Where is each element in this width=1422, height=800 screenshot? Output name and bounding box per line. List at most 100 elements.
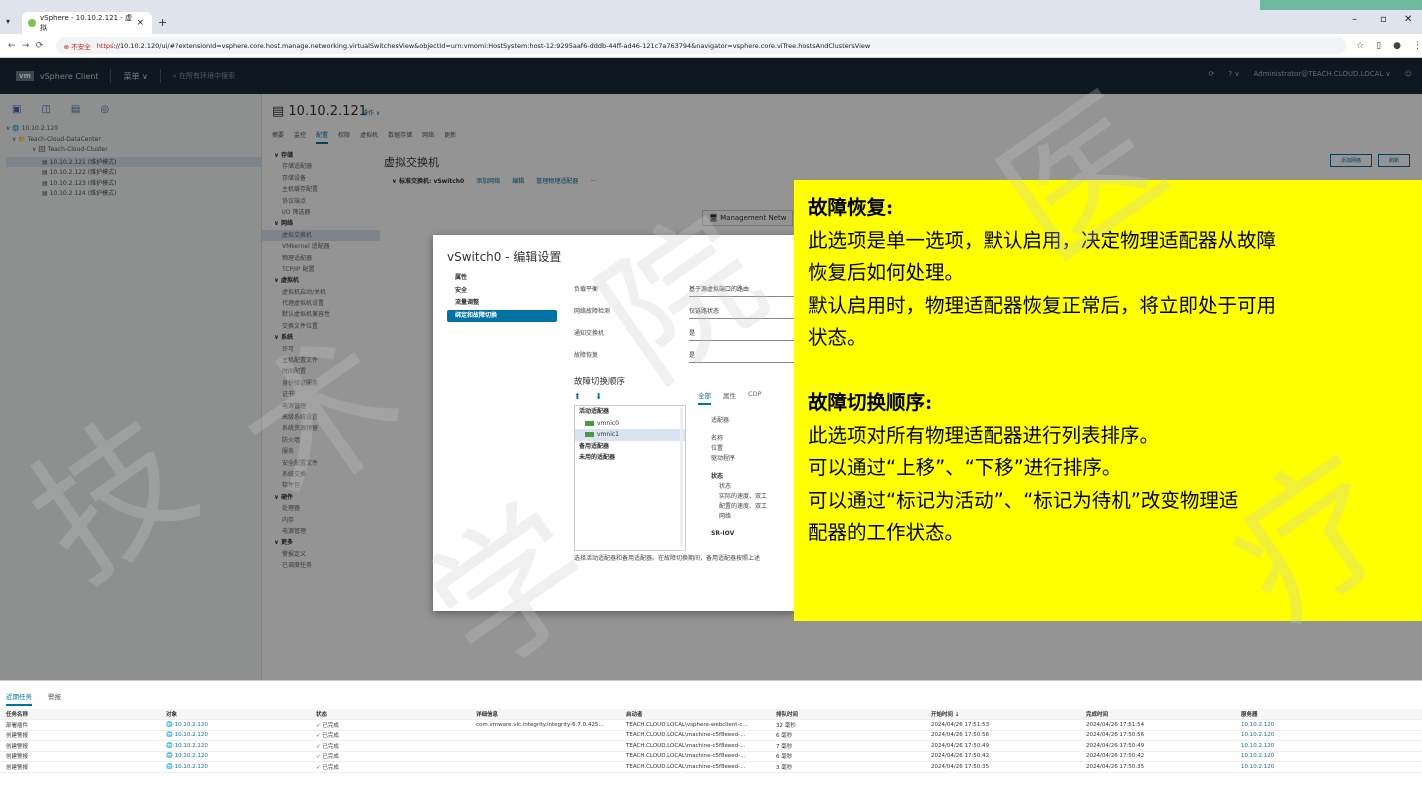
forward-icon[interactable]: →: [22, 41, 36, 51]
table-cell: 创建警报: [0, 740, 160, 752]
task-panel-tab[interactable]: 近期任务: [6, 691, 32, 706]
browser-tab[interactable]: vSphere - 10.10.2.121 - 虚拟 ×: [22, 12, 152, 34]
column-header[interactable]: 对象: [160, 709, 310, 720]
failover-list-item[interactable]: 备用适配器: [575, 441, 685, 453]
status-text: 已完成: [322, 722, 339, 729]
table-row[interactable]: 创建警报 🌐 10.10.2.120 ✓ 已完成 TEACH.CLOUD.LOCAL\…: [0, 730, 1422, 741]
field-select[interactable]: 仅链路状态: [689, 306, 795, 319]
table-cell[interactable]: 🌐 10.10.2.120: [160, 761, 310, 773]
table-cell: ✓ 已完成: [310, 740, 470, 752]
detail-driver: 驱动程序: [711, 455, 736, 462]
table-row[interactable]: 创建警报 🌐 10.10.2.120 ✓ 已完成 TEACH.CLOUD.LOCAL\…: [0, 751, 1422, 762]
task-panel-tab[interactable]: 警报: [48, 691, 61, 706]
field-label: 网络故障检测: [574, 308, 611, 315]
column-header[interactable]: 状态: [310, 709, 470, 720]
failover-list-item[interactable]: vmnic1: [575, 429, 685, 441]
detail-name: 名称: [711, 435, 724, 442]
dialog-nav-item[interactable]: 属性: [447, 272, 557, 285]
table-row[interactable]: 部署插件 🌐 10.10.2.120 ✓ 已完成 com.vmware.vlc.int…: [0, 719, 1422, 731]
table-cell: ✓ 已完成: [310, 751, 470, 762]
reload-icon[interactable]: ⟳: [36, 41, 50, 51]
dialog-nav-item[interactable]: 流量调整: [447, 297, 557, 310]
bookmark-star-icon[interactable]: ☆: [1356, 41, 1364, 51]
new-tab-icon[interactable]: +: [158, 16, 167, 29]
table-cell[interactable]: 🌐 10.10.2.120: [160, 740, 310, 752]
table-cell[interactable]: 🌐 10.10.2.120: [160, 751, 310, 762]
table-row[interactable]: 创建警报 🌐 10.10.2.120 ✓ 已完成 TEACH.CLOUD.LOCAL\…: [0, 761, 1422, 773]
profile-avatar-icon[interactable]: ●: [1393, 41, 1401, 51]
table-cell: 7 毫秒: [770, 740, 925, 752]
field-select[interactable]: 是: [689, 350, 795, 363]
table-cell: 6 毫秒: [770, 751, 925, 762]
table-cell[interactable]: 10.10.2.120: [1235, 751, 1422, 762]
move-up-down-icon[interactable]: ⬆ ⬇: [574, 392, 608, 401]
table-cell: 32 毫秒: [770, 719, 925, 731]
table-cell: 2024/04/26 17:50:56: [925, 730, 1080, 741]
table-cell[interactable]: 10.10.2.120: [1235, 719, 1422, 731]
sidepanel-icon[interactable]: ▯: [1376, 41, 1381, 51]
nic-icon: [585, 420, 594, 426]
failover-adapter-list: 活动适配器 vmnic0 vmnic1 备用适配器 未用的适配器: [574, 405, 686, 551]
nic-icon: [585, 432, 594, 437]
note-line: 可以通过“上移”、“下移”进行排序。: [808, 456, 1122, 479]
table-cell: 创建警报: [0, 730, 160, 741]
detail-tab[interactable]: CDP: [748, 390, 761, 405]
list-scrollbar[interactable]: [680, 408, 683, 546]
table-row[interactable]: 创建警报 🌐 10.10.2.120 ✓ 已完成 TEACH.CLOUD.LOCAL\…: [0, 740, 1422, 752]
url-field[interactable]: ⊗ 不安全 https://10.10.2.120/ui/#?extension…: [55, 37, 1347, 54]
table-cell: 2024/04/26 17:50:56: [1080, 730, 1235, 741]
column-header[interactable]: 完成时间: [1080, 709, 1235, 720]
field-label: 通知交换机: [574, 330, 605, 337]
table-cell: 创建警报: [0, 761, 160, 773]
tab-search-icon[interactable]: ▾: [6, 17, 10, 26]
dialog-nav-item[interactable]: 绑定和故障切换: [447, 309, 557, 322]
back-icon[interactable]: ←: [8, 41, 22, 51]
table-cell: [470, 730, 620, 741]
status-text: 已完成: [322, 743, 339, 750]
detail-tabs: 全部 属性 CDP: [698, 390, 761, 405]
close-tab-icon[interactable]: ×: [136, 18, 144, 28]
table-cell: 2024/04/26 17:50:35: [925, 761, 1080, 773]
table-cell: [470, 740, 620, 752]
detail-tab[interactable]: 全部: [698, 390, 711, 405]
table-cell: 3 毫秒: [770, 761, 925, 773]
table-cell: 6 毫秒: [770, 730, 925, 741]
table-cell[interactable]: 10.10.2.120: [1235, 730, 1422, 741]
table-cell: [470, 761, 620, 773]
not-secure-badge[interactable]: ⊗ 不安全: [64, 41, 91, 51]
field-select[interactable]: 是: [689, 328, 795, 341]
note-heading-failback: 故障恢复:: [808, 196, 894, 219]
table-cell[interactable]: 🌐 10.10.2.120: [160, 730, 310, 741]
detail-status: 状态: [719, 483, 732, 490]
browser-tab-strip: ▾ vSphere - 10.10.2.121 - 虚拟 × + – ▫ ✕: [0, 0, 1422, 34]
window-close-icon[interactable]: ✕: [1404, 14, 1412, 25]
failover-list-item[interactable]: 活动适配器: [575, 406, 685, 418]
table-cell[interactable]: 10.10.2.120: [1235, 740, 1422, 752]
failover-list-item[interactable]: 未用的适配器: [575, 452, 685, 464]
table-cell[interactable]: 10.10.2.120: [1235, 761, 1422, 773]
column-header[interactable]: 排队时间: [770, 709, 925, 720]
field-select[interactable]: 基于源虚拟端口的路由: [689, 284, 795, 297]
url-text: https://10.10.2.120/ui/#?extensionId=vsp…: [96, 41, 871, 50]
maximize-icon[interactable]: ▫: [1380, 14, 1387, 25]
browser-menu-icon[interactable]: ⋮: [1413, 41, 1422, 51]
column-header[interactable]: 任务名称: [0, 709, 160, 720]
minimize-icon[interactable]: –: [1352, 14, 1357, 25]
dialog-nav-item[interactable]: 安全: [447, 285, 557, 298]
detail-network: 网络: [719, 513, 732, 520]
tasks-table: 任务名称 对象 状态 详细信息 启动者 排队时间 开始时间 ↓ 完成时间 服务器 部署插件 🌐 1…: [0, 709, 1422, 773]
detail-tab[interactable]: 属性: [723, 390, 736, 405]
table-cell: 部署插件: [0, 719, 160, 731]
column-header[interactable]: 服务器: [1235, 709, 1422, 720]
detail-actual-speed: 实际的速度、双工: [719, 493, 768, 500]
column-header[interactable]: 详细信息: [470, 709, 620, 720]
table-cell[interactable]: 🌐 10.10.2.120: [160, 719, 310, 731]
table-cell: 2024/04/26 17:51:53: [925, 719, 1080, 731]
dialog-help-text: 选择活动适配器和备用适配器。在故障切换期间，备用适配器按照上述: [574, 555, 761, 562]
column-header[interactable]: 开始时间 ↓: [925, 709, 1080, 720]
table-cell: TEACH.CLOUD.LOCAL\machine-c5f8eeed-...: [620, 730, 770, 741]
detail-sriov: SR-IOV: [711, 530, 735, 537]
table-cell: 2024/04/26 17:51:54: [1080, 719, 1235, 731]
column-header[interactable]: 启动者: [620, 709, 770, 720]
failover-list-item[interactable]: vmnic0: [575, 418, 685, 430]
